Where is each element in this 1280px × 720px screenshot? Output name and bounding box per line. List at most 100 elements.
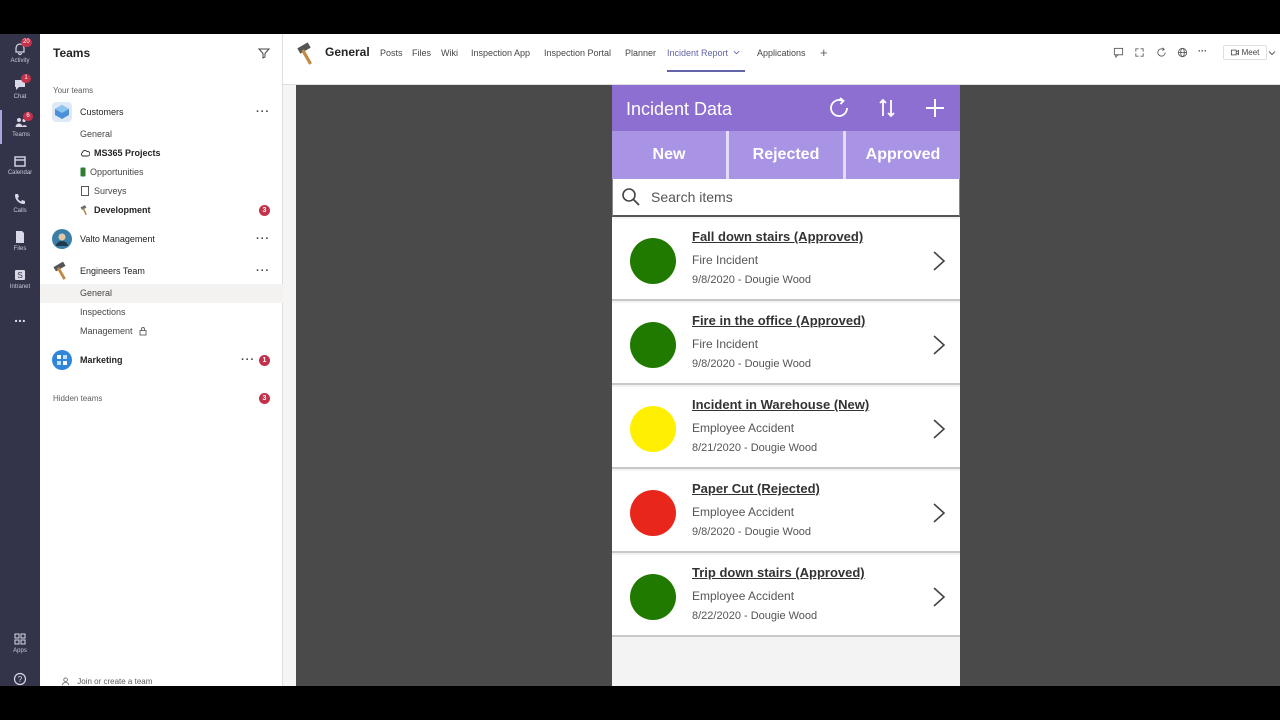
incident-date-reporter: 8/22/2020 - Dougie Wood xyxy=(692,610,818,622)
rail-chat[interactable]: Chat 1 xyxy=(0,72,40,106)
team-name: Engineers Team xyxy=(80,266,145,276)
incident-row[interactable]: Fall down stairs (Approved) Fire Incident… xyxy=(612,219,960,301)
teams-pane-title: Teams xyxy=(53,46,91,60)
more-options-button[interactable]: ··· xyxy=(1198,46,1207,56)
rail-files[interactable]: Files xyxy=(0,224,40,258)
channel-label: Surveys xyxy=(94,186,127,196)
tab-incident-report[interactable]: Incident Report xyxy=(667,48,740,58)
incident-date-reporter: 9/8/2020 - Dougie Wood xyxy=(692,526,812,538)
status-indicator xyxy=(630,574,676,620)
chevron-right-icon[interactable] xyxy=(932,502,946,524)
hidden-teams-label[interactable]: Hidden teams xyxy=(53,394,102,403)
chevron-right-icon[interactable] xyxy=(932,250,946,272)
channel-management[interactable]: Management xyxy=(80,326,148,336)
add-icon[interactable] xyxy=(922,95,948,121)
channel-label: Opportunities xyxy=(90,167,144,177)
team-more-button[interactable]: ··· xyxy=(241,354,255,366)
rail-help[interactable]: ? xyxy=(0,662,40,686)
channel-label: MS365 Projects xyxy=(94,148,161,158)
incident-title[interactable]: Fire in the office (Approved) xyxy=(692,313,865,328)
team-marketing[interactable]: Marketing ··· xyxy=(40,349,283,371)
expand-icon[interactable] xyxy=(1134,47,1145,58)
incident-title[interactable]: Fall down stairs (Approved) xyxy=(692,229,863,244)
chevron-right-icon[interactable] xyxy=(932,334,946,356)
team-name: Marketing xyxy=(80,355,123,365)
incident-row[interactable]: Incident in Warehouse (New) Employee Acci… xyxy=(612,387,960,469)
selected-channel-highlight xyxy=(40,284,283,303)
meet-button[interactable]: Meet xyxy=(1223,45,1267,60)
rail-apps[interactable]: Apps xyxy=(0,626,40,660)
app-rail: Activity 20 Chat 1 Teams 6 Calendar Call… xyxy=(0,34,40,686)
team-more-button[interactable]: ··· xyxy=(256,233,270,245)
channel-label: General xyxy=(80,288,113,298)
incident-date-reporter: 8/21/2020 - Dougie Wood xyxy=(692,442,818,454)
tab-planner[interactable]: Planner xyxy=(625,48,656,58)
team-engineers[interactable]: Engineers Team ··· xyxy=(40,260,283,282)
chat-badge: 1 xyxy=(21,74,31,83)
chevron-down-icon[interactable] xyxy=(1268,49,1276,57)
tab-wiki[interactable]: Wiki xyxy=(441,48,458,58)
incident-app: Incident Data New Rejected Approved Fall… xyxy=(612,85,960,686)
channel-label: General xyxy=(80,129,113,139)
rail-more[interactable]: ... xyxy=(0,300,40,334)
filter-approved-button[interactable]: Approved xyxy=(843,131,960,179)
filter-icon[interactable] xyxy=(258,47,270,59)
sort-icon[interactable] xyxy=(874,95,900,121)
channel-engineers-general[interactable]: General xyxy=(80,288,112,298)
chevron-right-icon[interactable] xyxy=(932,418,946,440)
teams-list-pane: Teams Your teams Customers ··· General M… xyxy=(40,34,283,686)
join-create-team-link[interactable]: Join or create a team xyxy=(62,677,152,686)
valto-avatar-icon xyxy=(52,229,72,249)
team-customers[interactable]: Customers ··· xyxy=(40,101,283,123)
chevron-right-icon[interactable] xyxy=(932,586,946,608)
rail-calls[interactable]: Calls xyxy=(0,186,40,220)
channel-development[interactable]: Development xyxy=(80,205,151,215)
rail-teams[interactable]: Teams 6 xyxy=(0,110,40,144)
rail-intranet[interactable]: S Intranet xyxy=(0,262,40,296)
filter-rejected-button[interactable]: Rejected xyxy=(726,131,843,179)
rail-label: Intranet xyxy=(9,284,31,290)
tab-inspection-app[interactable]: Inspection App xyxy=(471,48,530,58)
teams-window: Activity 20 Chat 1 Teams 6 Calendar Call… xyxy=(0,34,1280,686)
rail-label: Calendar xyxy=(7,170,33,176)
incident-title[interactable]: Paper Cut (Rejected) xyxy=(692,481,820,496)
incident-row[interactable]: Fire in the office (Approved) Fire Incide… xyxy=(612,303,960,385)
conversation-icon[interactable] xyxy=(1113,47,1124,58)
refresh-icon[interactable] xyxy=(1156,47,1167,58)
refresh-icon[interactable] xyxy=(826,95,852,121)
globe-icon[interactable] xyxy=(1177,47,1188,58)
channel-opportunities[interactable]: Opportunities xyxy=(80,167,144,177)
hammer-icon xyxy=(297,42,312,65)
filter-new-button[interactable]: New xyxy=(612,131,726,179)
app-header: Incident Data xyxy=(612,85,960,131)
incident-title[interactable]: Incident in Warehouse (New) xyxy=(692,397,869,412)
channel-label: Inspections xyxy=(80,307,126,317)
tab-inspection-portal[interactable]: Inspection Portal xyxy=(544,48,611,58)
team-more-button[interactable]: ··· xyxy=(256,106,270,118)
search-input[interactable] xyxy=(651,185,951,209)
add-tab-button[interactable]: + xyxy=(820,45,828,60)
team-name: Customers xyxy=(80,107,124,117)
tab-posts[interactable]: Posts xyxy=(380,48,403,58)
lock-icon xyxy=(139,327,146,336)
teams-badge: 6 xyxy=(23,112,33,121)
rail-calendar[interactable]: Calendar xyxy=(0,148,40,182)
rail-activity[interactable]: Activity 20 xyxy=(0,36,40,70)
meet-label: Meet xyxy=(1241,48,1260,57)
people-add-icon xyxy=(62,677,70,686)
tab-applications[interactable]: Applications xyxy=(757,48,806,58)
tab-label: Incident Report xyxy=(667,48,729,58)
sharepoint-icon: S xyxy=(15,270,25,280)
channel-surveys[interactable]: Surveys xyxy=(80,186,127,196)
more-icon: ... xyxy=(14,309,26,325)
incident-title[interactable]: Trip down stairs (Approved) xyxy=(692,565,865,580)
channel-inspections[interactable]: Inspections xyxy=(80,307,126,317)
tab-files[interactable]: Files xyxy=(412,48,431,58)
incident-row[interactable]: Trip down stairs (Approved) Employee Acci… xyxy=(612,555,960,637)
channel-ms365-projects[interactable]: MS365 Projects xyxy=(80,148,161,158)
team-more-button[interactable]: ··· xyxy=(256,265,270,277)
team-valto-management[interactable]: Valto Management ··· xyxy=(40,228,283,250)
incident-row[interactable]: Paper Cut (Rejected) Employee Accident 9/8… xyxy=(612,471,960,553)
channel-general[interactable]: General xyxy=(80,129,112,139)
rail-label: Apps xyxy=(13,648,27,654)
